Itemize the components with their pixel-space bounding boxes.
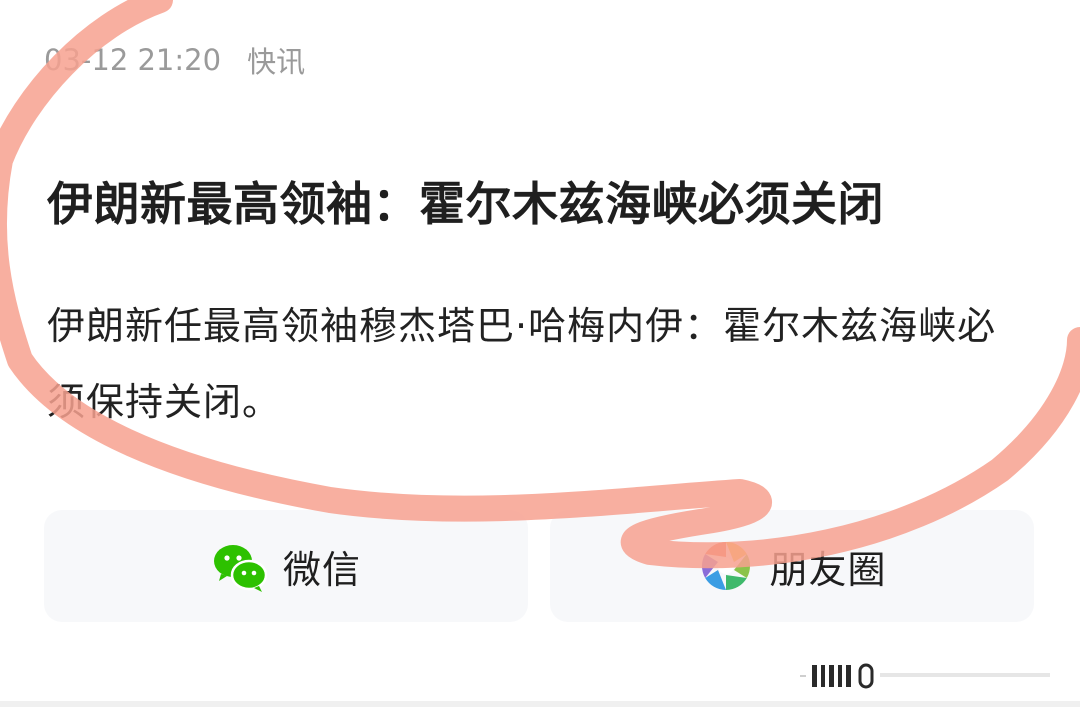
article-category-tag: 快讯 [247,45,306,79]
article-headline: 伊朗新最高领袖：霍尔木兹海峡必须关闭 [47,177,884,231]
watermark-artifact [800,663,1050,689]
share-bar: 微信 朋友圈 [44,510,1034,622]
article-datetime: 03-12 21:20 [44,43,222,77]
moments-icon [702,542,751,590]
article-summary: 伊朗新任最高领袖穆杰塔巴·哈梅内伊：霍尔木兹海峡必须保持关闭。 [47,304,997,424]
share-wechat-label: 微信 [282,547,361,592]
bottom-strip [0,701,1080,707]
share-moments-button[interactable]: 朋友圈 [550,510,1034,622]
wechat-icon [213,545,268,592]
share-moments-label: 朋友圈 [769,547,887,592]
article-meta: 03-12 21:20 快讯 [44,40,305,80]
share-wechat-button[interactable]: 微信 [44,510,528,622]
